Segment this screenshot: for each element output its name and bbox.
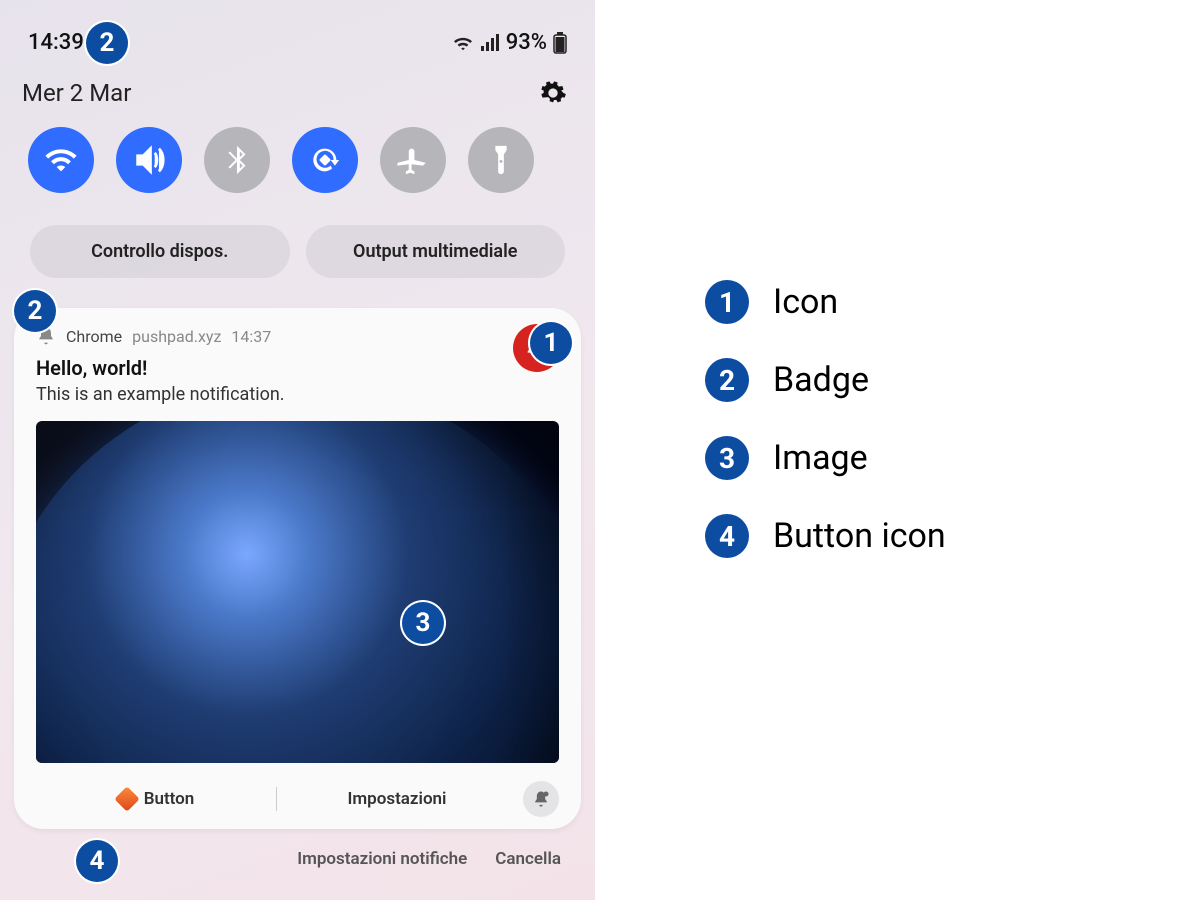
notification-actions: Button Impostazioni [36,777,559,817]
legend-label-4: Button icon [773,516,946,556]
notification-action-settings-label: Impostazioni [348,789,447,809]
battery-icon [553,32,567,54]
cell-signal-icon [480,34,500,52]
speaker-icon [132,143,166,177]
notification-action-button[interactable]: Button [36,781,276,817]
notification-action-settings[interactable]: Impostazioni [277,781,517,817]
legend-label-2: Badge [773,360,869,400]
callout-2-top: 2 [86,22,128,64]
legend-panel: 1 Icon 2 Badge 3 Image 4 Button icon [595,0,1200,900]
legend-label-3: Image [773,438,868,478]
notification-body: This is an example notification. [36,384,559,405]
notification-title: Hello, world! [36,356,559,380]
button-icon [114,786,139,811]
notification-app-name: Chrome [66,327,122,346]
notification-card[interactable]: Chrome pushpad.xyz 14:37 Hello, world! T… [14,308,581,829]
legend-num-4: 4 [705,514,749,558]
callout-1: 1 [530,322,572,364]
callout-2-side: 2 [14,290,56,332]
flashlight-icon [484,143,518,177]
earth-image [36,421,559,763]
settings-gear-button[interactable] [539,79,567,107]
legend-row-2: 2 Badge [705,358,1200,402]
gear-icon [539,79,567,107]
notification-domain: pushpad.xyz [132,327,221,346]
legend-label-1: Icon [773,282,838,322]
quick-toggles-row [0,117,595,207]
airplane-icon [396,143,430,177]
toggle-flashlight[interactable] [468,127,534,193]
date-text: Mer 2 Mar [22,79,131,107]
toggle-wifi[interactable] [28,127,94,193]
toggle-bluetooth[interactable] [204,127,270,193]
notification-settings-link[interactable]: Impostazioni notifiche [297,849,467,869]
bluetooth-icon [220,143,254,177]
rotate-icon [308,143,342,177]
legend-row-4: 4 Button icon [705,514,1200,558]
notification-header: Chrome pushpad.xyz 14:37 [36,326,559,346]
date-row: Mer 2 Mar [0,61,595,117]
notification-snooze-button[interactable] [523,781,559,817]
callout-4: 4 [76,840,118,882]
media-output-button[interactable]: Output multimediale [306,225,566,278]
toggle-rotate[interactable] [292,127,358,193]
wifi-signal-icon [452,34,474,52]
notification-image [36,421,559,763]
legend-num-3: 3 [705,436,749,480]
bell-snooze-icon [531,789,551,809]
battery-percent: 93% [506,30,547,55]
status-time: 14:39 [28,30,84,55]
toggle-airplane[interactable] [380,127,446,193]
legend-row-1: 1 Icon [705,280,1200,324]
phone-notification-panel: 14:39 93% Mer 2 Mar Controllo dispos. Ou… [0,0,595,900]
callout-3: 3 [402,602,444,644]
legend-num-1: 1 [705,280,749,324]
toggle-sound[interactable] [116,127,182,193]
clear-all-link[interactable]: Cancella [495,849,561,869]
wifi-icon [44,143,78,177]
status-right: 93% [452,30,567,55]
notification-time: 14:37 [231,327,271,346]
legend-num-2: 2 [705,358,749,402]
notification-action-button-label: Button [144,789,195,809]
pill-button-row: Controllo dispos. Output multimediale [0,207,595,290]
device-control-button[interactable]: Controllo dispos. [30,225,290,278]
legend-row-3: 3 Image [705,436,1200,480]
